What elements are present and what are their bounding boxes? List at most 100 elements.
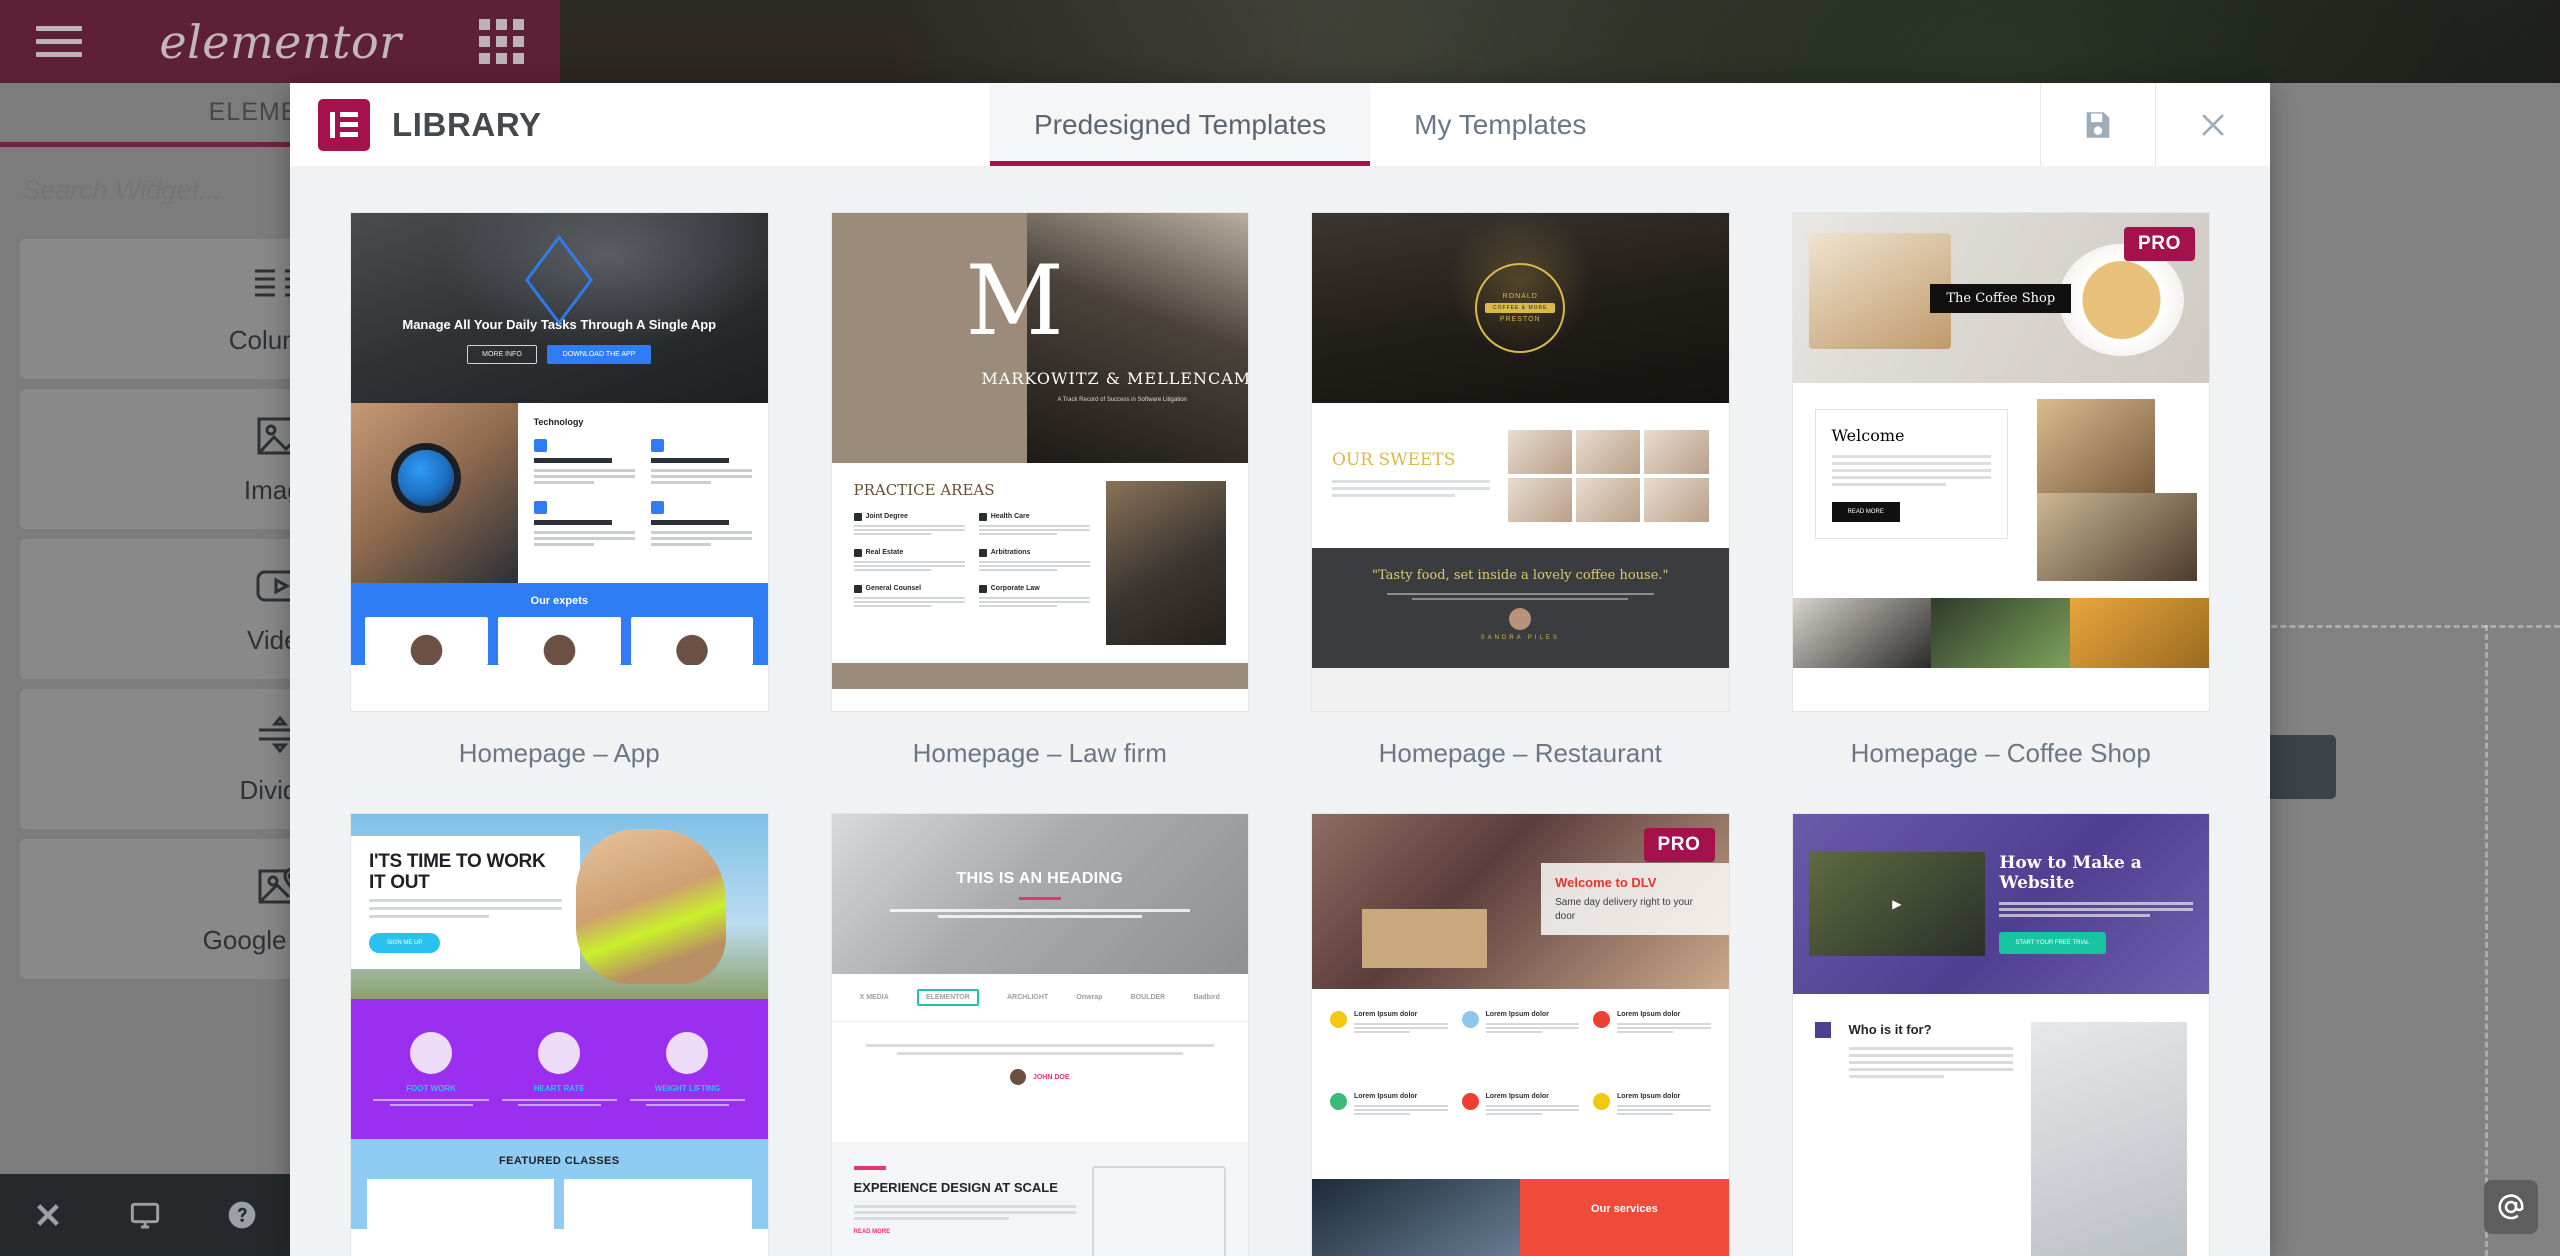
page-title: LIBRARY [392, 105, 542, 143]
agency-logo-strip: X MEDIA ELEMENTOR ARCHLIGHT Onwrap BOULD… [831, 974, 1248, 1022]
delivery-feature-label: Lorem Ipsum dolor [1617, 1011, 1681, 1018]
restaurant-gallery [1508, 429, 1709, 522]
template-card-delivery[interactable]: PRO Welcome to DLV Same day delivery rig… [1311, 813, 1730, 1256]
law-area-label: Corporate Law [978, 585, 1090, 593]
close-icon[interactable] [32, 1199, 64, 1231]
hamburger-icon[interactable] [36, 26, 82, 57]
delivery-band-caption: Our services [1520, 1179, 1729, 1256]
law-section-caption: PRACTICE AREAS [853, 481, 995, 499]
delivery-feature-label: Lorem Ipsum dolor [1354, 1011, 1418, 1018]
elementor-logo-icon [318, 98, 370, 151]
tab-predesigned-templates[interactable]: Predesigned Templates [990, 83, 1371, 166]
template-thumbnail[interactable]: How to Make a Website START YOUR FREE TR… [1791, 813, 2210, 1256]
app-button-download: DOWNLOAD THE APP [546, 344, 652, 364]
agency-logo: ARCHLIGHT [1006, 994, 1049, 1001]
delivery-features: Lorem Ipsum dolor Lorem Ipsum dolor Lore… [1312, 989, 1729, 1179]
app-button-more-info: MORE INFO [467, 344, 537, 364]
coffee-welcome-section: Welcome READ MORE [1792, 383, 2209, 598]
editor-bottom-bar [0, 1174, 290, 1256]
app-experts-row [351, 617, 768, 665]
restaurant-hero: RONALD COFFEE & MORE PRESTON [1312, 213, 1729, 403]
canvas-guide-vertical [2485, 625, 2488, 1256]
pro-badge: PRO [1643, 828, 1715, 862]
fitness-classes-band: FEATURED CLASSES [351, 1139, 768, 1229]
agency-logo: Badbird [1193, 994, 1220, 1001]
template-thumbnail[interactable]: PRO The Coffee Shop Welcome READ MORE [1791, 212, 2210, 712]
close-button[interactable] [2155, 83, 2270, 166]
law-office-photo [1106, 481, 1226, 645]
fitness-features-band: FOOT WORK HEART RATE WEIGHT LIFTING [351, 999, 768, 1139]
tab-predesigned-templates-label: Predesigned Templates [1034, 108, 1327, 140]
canvas-guide-horizontal [2253, 625, 2560, 628]
coffee-photo-sandwich [2037, 493, 2197, 581]
course-audience-section: Who is it for? [1792, 994, 2209, 1256]
modal-header: LIBRARY Predesigned Templates My Templat… [290, 83, 2270, 166]
fitness-band-caption: FEATURED CLASSES [499, 1155, 620, 1167]
course-hero: How to Make a Website START YOUR FREE TR… [1792, 814, 2209, 994]
law-tagline: A Track Record of Success in Software Li… [1057, 397, 1187, 403]
app-features-section: Technology [351, 403, 768, 583]
emblem-middle: COFFEE & MORE [1485, 303, 1556, 313]
app-band-caption: Our expets [351, 583, 768, 617]
restaurant-bottom-band [1312, 668, 1729, 711]
template-grid-area[interactable]: Manage All Your Daily Tasks Through A Si… [290, 166, 2270, 1256]
delivery-feature-label: Lorem Ipsum dolor [1485, 1011, 1549, 1018]
template-thumbnail[interactable]: RONALD COFFEE & MORE PRESTON OUR SWEETS [1311, 212, 1730, 712]
law-area-label: Arbitrations [978, 549, 1090, 557]
course-photo [2030, 1022, 2187, 1256]
restaurant-section-caption: OUR SWEETS [1332, 450, 1456, 470]
agency-logo: ELEMENTOR [916, 989, 979, 1006]
grid-apps-icon[interactable] [478, 19, 524, 64]
law-practice-section: PRACTICE AREAS Joint Degree Health Care … [831, 463, 1248, 663]
template-card-agency[interactable]: THIS IS AN HEADING X MEDIA ELEMENTOR ARC… [830, 813, 1249, 1256]
course-heading: How to Make a Website [1999, 852, 2142, 893]
agency-logo: Onwrap [1076, 994, 1103, 1001]
tab-my-templates[interactable]: My Templates [1370, 83, 1630, 166]
pro-badge: PRO [2124, 227, 2195, 261]
template-card-fitness[interactable]: I'TS TIME TO WORK IT OUT SIGN ME UP FOOT… [350, 813, 769, 1256]
template-thumbnail[interactable]: Manage All Your Daily Tasks Through A Si… [350, 212, 769, 712]
agency-hero: THIS IS AN HEADING [831, 814, 1248, 974]
save-button[interactable] [2040, 83, 2155, 166]
canvas-preview-area[interactable] [2253, 83, 2560, 1256]
agency-testimonial-author: JOHN DOE [1032, 1073, 1070, 1081]
coffee-cta-button: READ MORE [1831, 502, 1900, 522]
template-thumbnail[interactable]: I'TS TIME TO WORK IT OUT SIGN ME UP FOOT… [350, 813, 769, 1256]
monitor-icon[interactable] [129, 1199, 161, 1231]
agency-logo: BOULDER [1130, 994, 1166, 1001]
app-hero: Manage All Your Daily Tasks Through A Si… [351, 213, 768, 403]
agency-heading: THIS IS AN HEADING [956, 870, 1124, 887]
at-icon[interactable] [2484, 1180, 2538, 1234]
template-card-course[interactable]: How to Make a Website START YOUR FREE TR… [1791, 813, 2210, 1256]
fitness-feature-label: FOOT WORK [406, 1084, 456, 1093]
template-thumbnail[interactable]: THIS IS AN HEADING X MEDIA ELEMENTOR ARC… [830, 813, 1249, 1256]
app-watch-photo [351, 403, 518, 583]
coffee-photo-strip [1792, 598, 2210, 668]
course-video-thumbnail [1808, 851, 1986, 957]
template-card-law-firm[interactable]: M MARKOWITZ & MELLENCAMP A Track Record … [830, 212, 1249, 769]
elementor-logo: elementor [159, 14, 402, 69]
floppy-save-icon [2086, 111, 2110, 138]
template-card-coffee-shop[interactable]: PRO The Coffee Shop Welcome READ MORE Ho… [1791, 212, 2210, 769]
agency-cta-button: READ MORE [853, 1228, 891, 1235]
restaurant-quote-section: "Tasty food, set inside a lovely coffee … [1312, 548, 1729, 668]
law-initial: M [965, 245, 1064, 357]
close-x-icon [2202, 113, 2224, 136]
delivery-heading: Welcome to DLV [1555, 875, 1657, 890]
template-title: Homepage – Law firm [912, 738, 1167, 768]
fitness-feature-label: HEART RATE [533, 1084, 585, 1093]
delivery-feature-label: Lorem Ipsum dolor [1354, 1093, 1418, 1100]
template-card-app[interactable]: Manage All Your Daily Tasks Through A Si… [350, 212, 769, 769]
library-modal: LIBRARY Predesigned Templates My Templat… [290, 83, 2270, 1256]
law-area-label: Health Care [978, 513, 1090, 521]
agency-logo: X MEDIA [859, 994, 889, 1001]
template-thumbnail[interactable]: M MARKOWITZ & MELLENCAMP A Track Record … [830, 212, 1249, 712]
app-hero-buttons: MORE INFO DOWNLOAD THE APP [467, 344, 652, 364]
fitness-hero: I'TS TIME TO WORK IT OUT SIGN ME UP [351, 814, 768, 999]
restaurant-quote-author: SANDRA PILES [1480, 635, 1560, 641]
agency-experience-section: EXPERIENCE DESIGN AT SCALE READ MORE [831, 1142, 1248, 1256]
template-thumbnail[interactable]: PRO Welcome to DLV Same day delivery rig… [1311, 813, 1730, 1256]
delivery-subheading: Same day delivery right to your door [1555, 897, 1693, 922]
template-card-restaurant[interactable]: RONALD COFFEE & MORE PRESTON OUR SWEETS [1311, 212, 1730, 769]
question-icon[interactable] [226, 1199, 258, 1231]
